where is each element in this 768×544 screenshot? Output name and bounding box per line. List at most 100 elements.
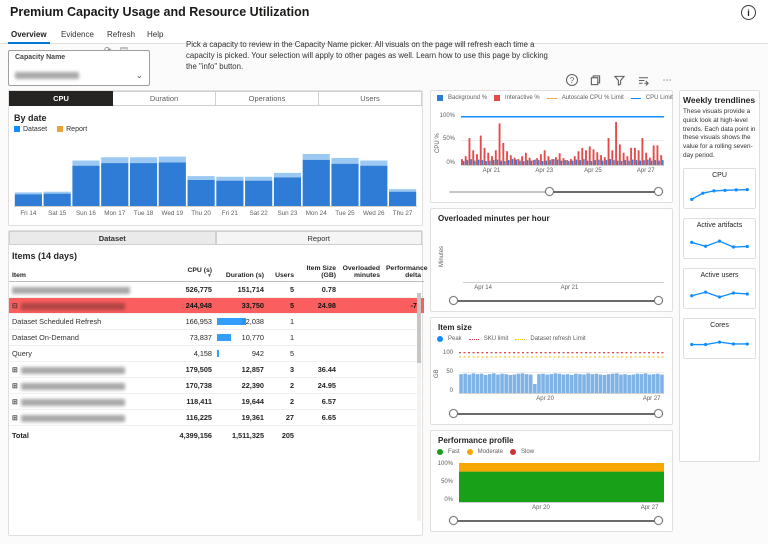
trend-card-active-users[interactable]: Active users [683, 267, 756, 309]
expand-row-icon[interactable]: ⊞ [12, 398, 18, 406]
slider-knob-right[interactable] [654, 296, 663, 305]
cell-overloaded [339, 313, 383, 330]
copy-icon[interactable] [589, 74, 602, 87]
cpu-chart-legend: Background % Interactive % Autoscale CPU… [431, 91, 673, 101]
interactive-legend-swatch [494, 95, 501, 101]
items-table: Item CPU (s) ▼ Duration (s) Users Item Si… [9, 264, 428, 444]
cell-duration: 22,038 [215, 313, 267, 330]
col-item[interactable]: Item [9, 264, 159, 282]
cell-cpu: 526,775 [159, 281, 215, 298]
table-row[interactable]: Query 4,158 942 5 [9, 345, 424, 362]
cell-users: 2 [267, 377, 297, 394]
cpu-x-labels: Apr 21 Apr 23 Apr 25 Apr 27 [461, 168, 664, 176]
items-table-body: 526,775 151,714 5 0.78 ⊟ 244,948 33,750 5 24.98-… [9, 281, 424, 426]
overloaded-minutes-chart[interactable] [463, 231, 664, 283]
trend-card-cpu[interactable]: CPU [683, 167, 756, 209]
legend-label: Slow [521, 449, 535, 455]
col-item-size[interactable]: Item Size (GB) [297, 264, 339, 282]
chevron-down-icon: ⌄ [135, 69, 143, 80]
slider-knob-left[interactable] [449, 296, 458, 305]
slider-knob-right[interactable] [654, 187, 663, 196]
tab-help[interactable]: Help [144, 28, 166, 42]
col-overloaded-minutes[interactable]: Overloaded minutes [339, 264, 383, 282]
slider-knob-right[interactable] [654, 516, 663, 525]
table-row[interactable]: ⊞ 179,505 12,857 3 36.44 [9, 361, 424, 378]
weekly-trendlines-panel: Weekly trendlines These visuals provide … [679, 90, 760, 462]
entity-tab-dataset[interactable]: Dataset [9, 231, 216, 245]
performance-time-range-slider[interactable] [449, 515, 663, 526]
cell-item-size [297, 345, 339, 362]
more-options-icon[interactable]: ⋯ [661, 74, 674, 87]
table-row[interactable]: ⊟ 244,948 33,750 5 24.98 -76 [9, 297, 424, 314]
slider-knob-left[interactable] [545, 187, 555, 196]
table-scrollbar-thumb[interactable] [417, 293, 421, 363]
cell-duration: 19,644 [215, 393, 267, 410]
filter-icon[interactable] [613, 74, 626, 87]
overloaded-time-range-slider[interactable] [449, 295, 663, 306]
col-performance-delta[interactable]: Performance delta [383, 264, 428, 282]
trend-card-cores[interactable]: Cores [683, 317, 756, 359]
cell-duration: 10,770 [215, 329, 267, 346]
tab-overview[interactable]: Overview [8, 28, 50, 44]
cpu-time-range-slider[interactable] [449, 186, 663, 197]
cell-cpu: 244,948 [159, 297, 215, 314]
by-date-panel: CPU Duration Operations Users By date Da… [8, 90, 423, 226]
table-row[interactable]: Dataset On-Demand 73,837 10,770 1 [9, 329, 424, 346]
items-panel: Dataset Report Items (14 days) Item CPU … [8, 230, 428, 536]
capacity-picker-value[interactable]: ⌄ [15, 69, 143, 81]
tab-refresh[interactable]: Refresh [104, 28, 138, 42]
table-row[interactable]: Dataset Scheduled Refresh 166,953 22,038 1 [9, 313, 424, 330]
metric-tab-cpu[interactable]: CPU [9, 91, 113, 106]
trend-cards: CPU Active artifacts Active users Cores [683, 167, 756, 359]
cpu-utilization-chart[interactable] [461, 116, 664, 166]
metric-tab-users[interactable]: Users [319, 91, 422, 106]
legend-label: Background % [448, 95, 488, 101]
metric-tab-duration[interactable]: Duration [113, 91, 216, 106]
performance-profile-chart[interactable] [459, 463, 664, 503]
cell-overloaded [339, 409, 383, 426]
capacity-name-picker[interactable]: Capacity Name ⌄ [8, 50, 150, 86]
cell-item: Dataset On-Demand [9, 329, 159, 346]
trend-card-active-artifacts[interactable]: Active artifacts [683, 217, 756, 259]
col-duration[interactable]: Duration (s) [215, 264, 267, 282]
cell-cpu: 179,505 [159, 361, 215, 378]
table-row[interactable]: 526,775 151,714 5 0.78 [9, 281, 424, 298]
x-axis-label: Apr 27 [640, 505, 659, 511]
x-axis-label: Fri 21 [221, 210, 238, 217]
collapse-row-icon[interactable]: ⊟ [12, 302, 18, 310]
trend-card-title: Active users [700, 271, 739, 279]
slider-knob-left[interactable] [449, 409, 458, 418]
help-circle-icon[interactable]: ? [566, 74, 578, 86]
table-row[interactable]: ⊞170,73822,390224.955 [9, 377, 424, 394]
cell-duration: 33,750 [215, 297, 267, 314]
col-cpu[interactable]: CPU (s) ▼ [159, 264, 215, 282]
table-row[interactable]: ⊞118,41119,64426.572 [9, 393, 424, 410]
metric-tab-operations[interactable]: Operations [216, 91, 319, 106]
item-size-time-range-slider[interactable] [449, 408, 663, 419]
x-axis-label: Thu 20 [191, 210, 211, 217]
expand-row-icon[interactable]: ⊞ [12, 382, 18, 390]
item-size-chart[interactable] [459, 352, 664, 394]
expand-row-icon[interactable]: ⊞ [12, 414, 18, 422]
x-axis-label: Apr 21 [482, 168, 501, 174]
col-users[interactable]: Users [267, 264, 297, 282]
tab-evidence[interactable]: Evidence [58, 28, 97, 42]
y-tick-label: 0% [446, 160, 455, 166]
info-button[interactable]: i [741, 5, 756, 20]
report-header: Premium Capacity Usage and Resource Util… [0, 0, 768, 26]
entity-tab-report[interactable]: Report [215, 231, 422, 245]
performance-x-labels: Apr 20 Apr 27 [459, 505, 664, 513]
focus-mode-icon[interactable] [637, 74, 650, 87]
slider-knob-left[interactable] [449, 516, 458, 525]
legend-label: SKU limit [483, 336, 509, 342]
performance-title: Performance profile [438, 436, 514, 445]
table-scrollbar[interactable] [417, 293, 421, 521]
table-row[interactable]: ⊞116,22519,361276.650 [9, 409, 424, 426]
slider-knob-right[interactable] [654, 409, 663, 418]
total-label: Total [9, 425, 159, 444]
y-tick-label: 50% [440, 479, 453, 485]
by-date-chart[interactable] [14, 141, 417, 207]
x-axis-label: Apr 21 [560, 285, 579, 291]
weekly-trendlines-title: Weekly trendlines [683, 95, 756, 105]
expand-row-icon[interactable]: ⊞ [12, 366, 18, 374]
